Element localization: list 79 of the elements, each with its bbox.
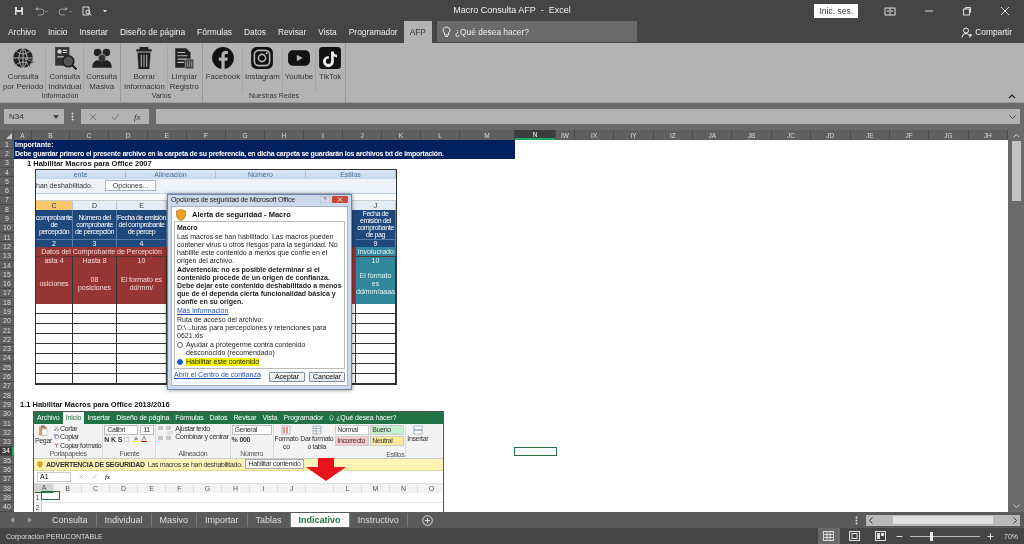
ribbon-tab[interactable]: Datos	[238, 21, 272, 43]
sheet-tab[interactable]: Tablas	[247, 513, 291, 527]
document-icon	[172, 46, 197, 70]
zoom-slider-thumb[interactable]	[930, 531, 933, 541]
share-button[interactable]: Compartir	[961, 21, 1012, 43]
scroll-up-icon[interactable]	[1012, 133, 1020, 138]
print-preview-icon[interactable]	[82, 5, 92, 16]
sheet-tab[interactable]: Masivo	[151, 513, 198, 527]
shield-icon	[176, 208, 186, 221]
ribbon-tab[interactable]: Insertar	[73, 21, 114, 43]
scissors-icon	[53, 425, 59, 431]
radio-button[interactable]	[177, 358, 183, 365]
formula-input[interactable]	[155, 109, 1020, 124]
view-button[interactable]	[818, 528, 840, 544]
shield-icon	[37, 460, 43, 468]
scroll-thumb[interactable]	[1011, 141, 1021, 201]
facebook-icon	[210, 46, 235, 70]
enter-checkmark-icon[interactable]	[111, 112, 120, 121]
lightbulb-icon	[329, 414, 335, 421]
restore-icon[interactable]	[962, 5, 972, 16]
window-title: Macro Consulta AFP - Excel	[453, 5, 571, 15]
insert-function-button[interactable]: fx	[134, 111, 141, 122]
ribbon-tab[interactable]: AFP	[403, 21, 432, 43]
sheet-tab[interactable]: Consulta	[44, 513, 97, 527]
next-sheet-icon[interactable]	[27, 517, 32, 523]
more-icon	[71, 112, 74, 121]
people-icon	[89, 46, 114, 70]
page-layout-icon	[849, 531, 861, 541]
collapse-ribbon-icon[interactable]	[1008, 93, 1016, 99]
horizontal-scrollbar[interactable]	[866, 514, 1020, 526]
music-note-icon	[318, 46, 343, 70]
globe-cursor-icon	[11, 46, 36, 70]
font-color-icon[interactable]	[141, 436, 148, 443]
sheet-tab[interactable]: Instructivo	[349, 513, 408, 527]
ribbon-tab[interactable]: Revisar	[271, 21, 313, 43]
cancel-icon[interactable]	[89, 112, 97, 121]
zoom-in-icon[interactable]	[987, 532, 994, 540]
down-arrow-icon	[306, 457, 346, 481]
search-field[interactable]: ¿Qué desea hacer?	[436, 21, 637, 42]
page-break-icon	[875, 531, 887, 541]
instagram-icon	[250, 46, 275, 70]
sheet-tab[interactable]: Indicativo	[290, 513, 350, 527]
help-icon[interactable]	[320, 196, 330, 204]
scroll-down-icon[interactable]	[1012, 504, 1020, 509]
ribbon-tab[interactable]: Diseño de página	[113, 21, 192, 43]
scroll-right-icon[interactable]	[1013, 516, 1018, 524]
ribbon-tab[interactable]: Vista	[312, 21, 343, 43]
grid-view-icon	[823, 531, 835, 541]
ribbon-display-icon[interactable]	[884, 5, 896, 16]
close-icon[interactable]	[332, 196, 348, 204]
copy-icon	[53, 434, 59, 440]
name-box[interactable]: N34	[4, 109, 64, 124]
sheet-tab[interactable]: Individual	[96, 513, 152, 527]
redo-icon[interactable]	[58, 5, 72, 16]
lightbulb-icon	[441, 26, 451, 37]
close-icon[interactable]	[1000, 5, 1010, 16]
undo-icon[interactable]	[34, 5, 48, 16]
sheet-tab[interactable]: Importar	[197, 513, 248, 527]
scroll-left-icon[interactable]	[868, 516, 873, 524]
ribbon-tab[interactable]: Archivo	[2, 21, 42, 43]
document-magnifier-icon	[52, 46, 77, 70]
previous-sheet-icon[interactable]	[10, 517, 15, 523]
radio-button[interactable]	[177, 341, 183, 348]
dropdown-arrow-icon	[53, 114, 59, 119]
selected-cell[interactable]	[514, 446, 557, 457]
ribbon-tab[interactable]: Programador	[342, 21, 404, 43]
save-icon[interactable]	[14, 5, 24, 16]
ribbon-tab[interactable]: Inicio	[41, 21, 74, 43]
paintbrush-icon	[53, 442, 59, 448]
add-sheet-icon[interactable]	[421, 514, 433, 526]
fill-color-icon[interactable]	[133, 436, 140, 443]
more-icon	[855, 515, 858, 525]
ribbon-tab[interactable]: Fórmulas	[191, 21, 238, 43]
sign-in-button[interactable]: Inic. ses.	[814, 3, 858, 18]
scroll-thumb[interactable]	[893, 516, 993, 524]
enter-checkmark-icon[interactable]	[92, 474, 97, 480]
vertical-scrollbar[interactable]	[1008, 130, 1024, 512]
selected-cell	[41, 490, 60, 500]
person-icon	[961, 26, 973, 38]
